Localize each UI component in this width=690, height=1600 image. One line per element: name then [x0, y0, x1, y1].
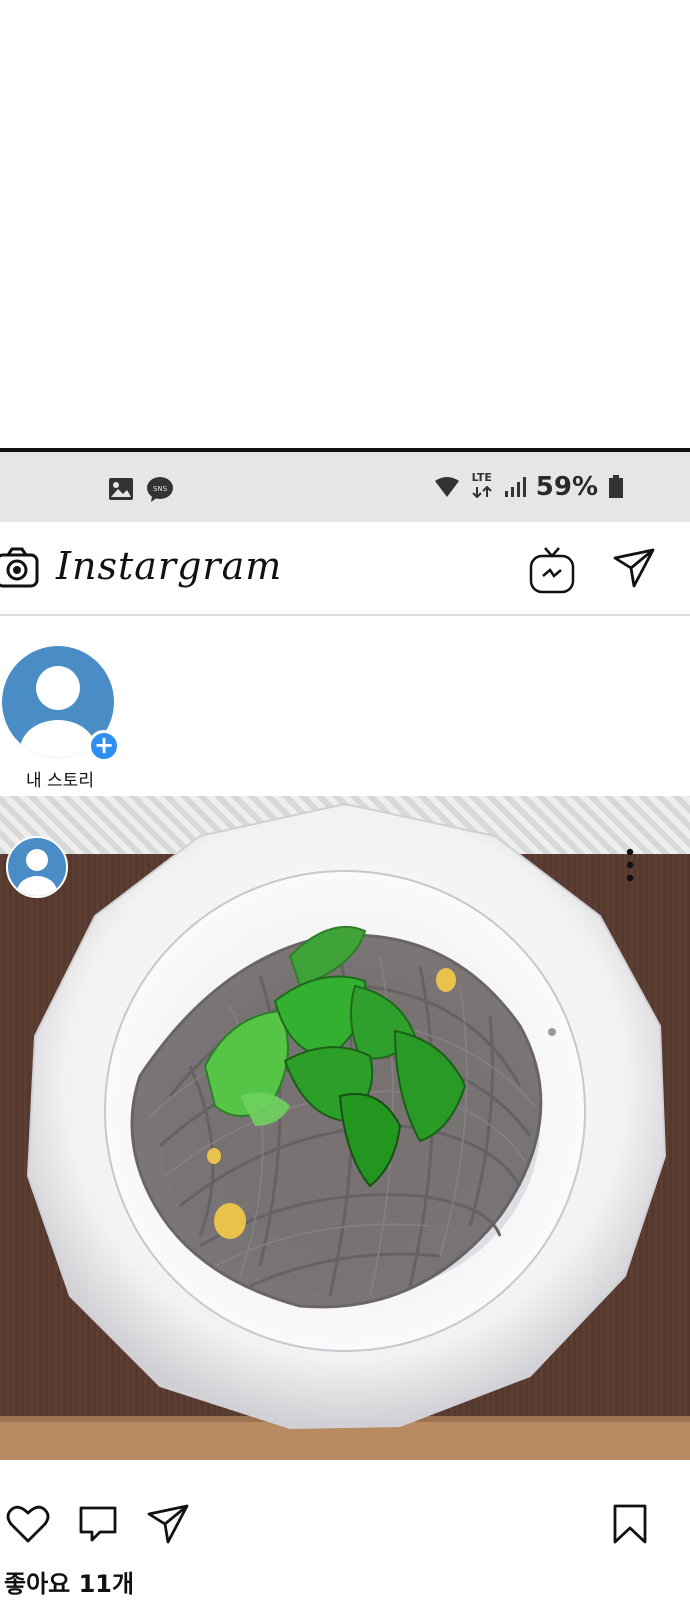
story-label: 내 스토리: [26, 771, 94, 791]
more-vertical-icon[interactable]: [624, 848, 636, 882]
direct-message-icon[interactable]: [612, 548, 656, 588]
post-author-avatar[interactable]: [6, 836, 68, 898]
network-label: LTE: [471, 471, 492, 484]
soba-noodles-photo: [26, 802, 667, 1430]
igtv-icon[interactable]: [528, 546, 576, 596]
sns-icon: SNS: [147, 477, 173, 502]
lte-indicator: LTE: [470, 472, 494, 502]
data-arrows-icon: [472, 485, 492, 499]
image-icon: [109, 478, 133, 500]
app-header: Instargram: [0, 522, 690, 616]
default-user-icon: [17, 849, 57, 896]
comment-icon[interactable]: [78, 1504, 118, 1544]
battery-percent: 59%: [535, 472, 598, 502]
app-brand-title: Instargram: [56, 544, 283, 588]
wifi-icon: [434, 477, 459, 497]
post-actions: [0, 1500, 690, 1560]
heart-icon[interactable]: [6, 1504, 50, 1544]
system-status: LTE 59%: [434, 472, 624, 502]
likes-count[interactable]: 좋아요 11개: [4, 1564, 134, 1599]
sns-label: SNS: [153, 485, 168, 493]
share-icon[interactable]: [146, 1504, 190, 1544]
stories-tray: + 내 스토리: [0, 618, 690, 796]
notification-icons: SNS: [108, 476, 174, 502]
add-story-icon[interactable]: +: [88, 730, 120, 762]
bookmark-icon[interactable]: [612, 1504, 648, 1544]
signal-icon: [504, 477, 526, 497]
post-image[interactable]: [0, 796, 690, 1460]
battery-icon: [609, 475, 623, 498]
blank-area: [0, 0, 690, 448]
status-bar: SNS LTE 59%: [0, 452, 690, 522]
camera-icon[interactable]: [0, 546, 40, 590]
